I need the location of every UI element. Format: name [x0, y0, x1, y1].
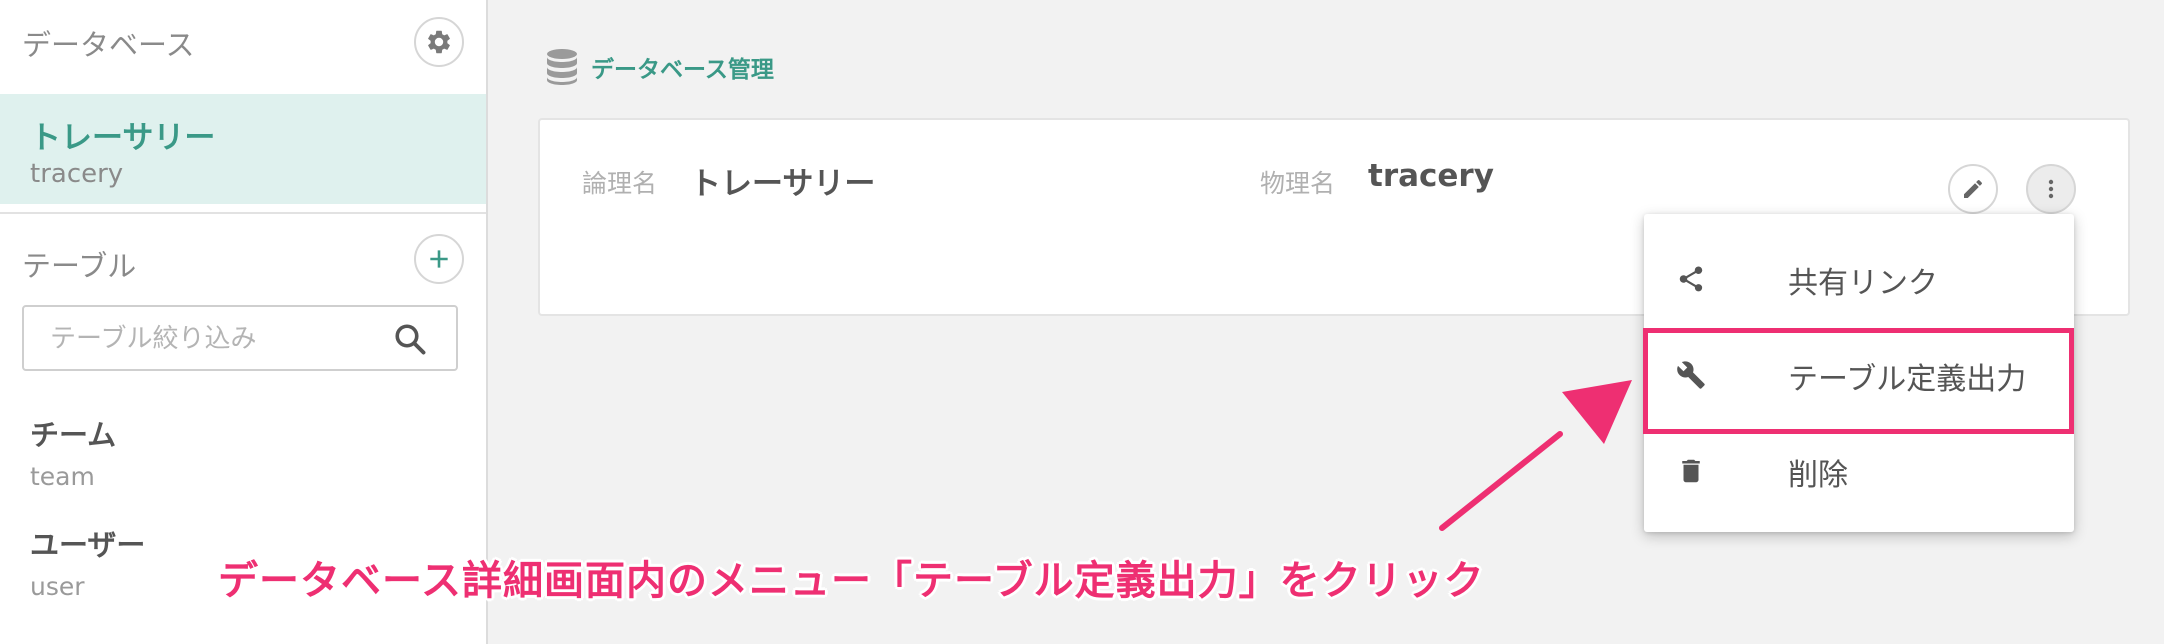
- annotation-callout-text: データベース詳細画面内のメニュー「テーブル定義出力」をクリック: [218, 558, 1485, 604]
